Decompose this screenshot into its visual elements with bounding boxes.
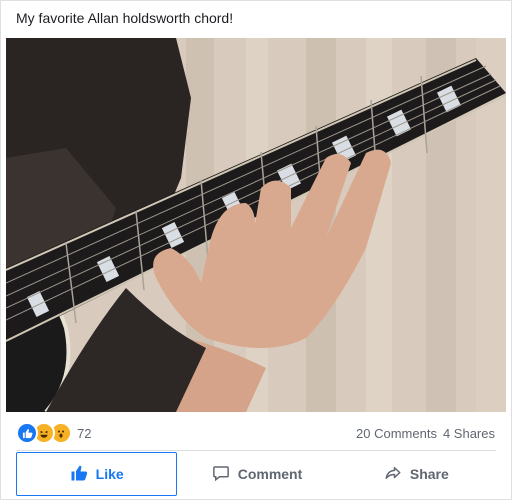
share-button-label: Share [409, 466, 449, 482]
post-photo[interactable] [6, 38, 506, 412]
comment-button-label: Comment [237, 466, 303, 482]
like-reaction-icon [16, 422, 38, 444]
post-text: My favorite Allan holdsworth chord! [16, 10, 234, 26]
comments-count-link[interactable]: 20 Comments [356, 426, 437, 441]
share-button[interactable]: Share [337, 452, 496, 496]
share-icon [384, 464, 402, 485]
reactions-summary[interactable]: 72 [16, 422, 91, 444]
post-card: My favorite Allan holdsworth chord! 72 2… [0, 0, 512, 500]
post-actions: Like Comment Share [16, 452, 496, 496]
shares-count-link[interactable]: 4 Shares [443, 426, 495, 441]
like-button-label: Like [95, 466, 124, 482]
actions-divider [16, 450, 496, 451]
post-stats: 20 Comments 4 Shares [356, 426, 495, 441]
like-button[interactable]: Like [16, 452, 178, 496]
comment-icon [212, 464, 230, 485]
reaction-count[interactable]: 72 [77, 426, 91, 441]
photo-illustration [6, 38, 506, 412]
comment-button[interactable]: Comment [177, 452, 336, 496]
thumbs-up-icon [70, 464, 88, 485]
